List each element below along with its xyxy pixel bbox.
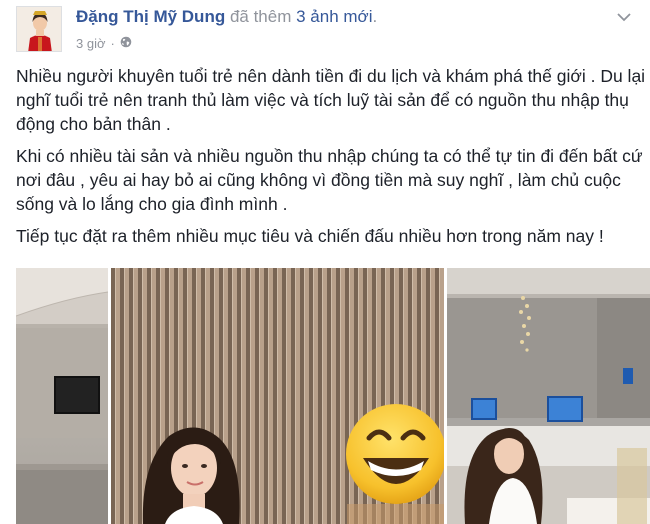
post-body: Nhiều người khuyên tuổi trẻ nên dành tiề… (16, 64, 646, 256)
author-avatar[interactable] (16, 6, 62, 52)
post-meta: 3 giờ · (76, 36, 132, 51)
photo-3[interactable] (447, 268, 650, 524)
author-name-link[interactable]: Đặng Thị Mỹ Dung (76, 7, 225, 26)
photo-2[interactable] (111, 268, 444, 524)
photo-1[interactable] (16, 268, 108, 524)
post-action-text: đã thêm (229, 7, 292, 26)
meta-separator: · (110, 36, 115, 51)
header-period: . (372, 7, 378, 26)
post-paragraph: Nhiều người khuyên tuổi trẻ nên dành tiề… (16, 66, 646, 134)
globe-icon[interactable] (120, 36, 132, 51)
post-paragraph: Tiếp tục đặt ra thêm nhiều mục tiêu và c… (16, 226, 604, 246)
photo-grid (16, 268, 650, 524)
new-photos-link[interactable]: 3 ảnh mới (296, 7, 372, 26)
post-header: Đặng Thị Mỹ Dung đã thêm 3 ảnh mới. (76, 7, 377, 27)
post-paragraph: Khi có nhiều tài sản và nhiều nguồn thu … (16, 146, 643, 214)
post-timestamp[interactable]: 3 giờ (76, 36, 106, 51)
avatar-image (17, 7, 61, 51)
facebook-post: Đặng Thị Mỹ Dung đã thêm 3 ảnh mới. 3 gi… (0, 0, 650, 524)
chevron-down-icon[interactable] (616, 10, 632, 22)
